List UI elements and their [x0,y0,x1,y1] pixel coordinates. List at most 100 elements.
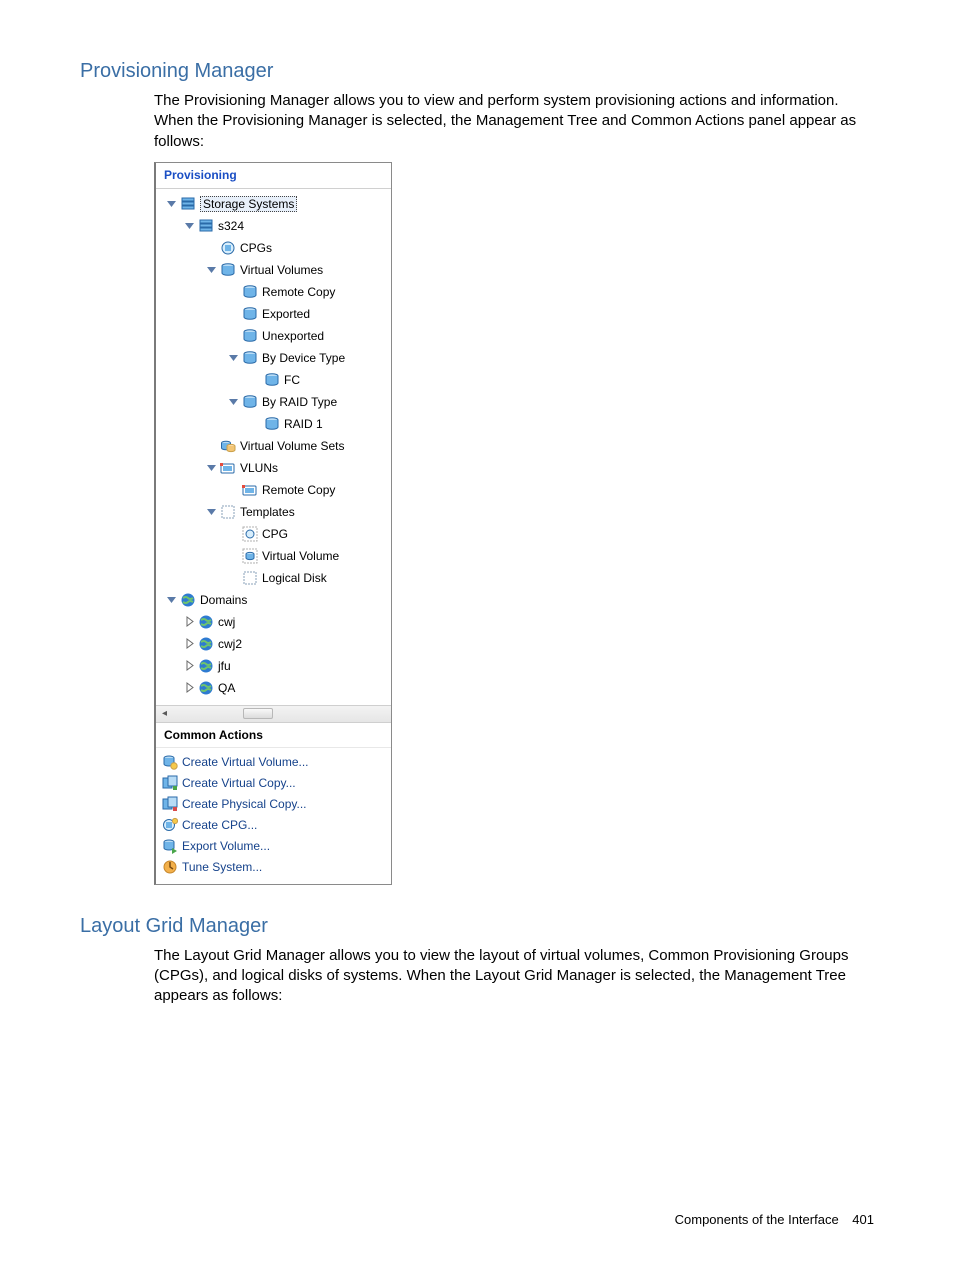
globe-icon [180,592,196,608]
cpg-icon [220,240,236,256]
action-label: Tune System... [182,860,262,874]
action-label: Create Virtual Copy... [182,776,296,790]
tree-item[interactable]: Exported [162,303,387,325]
vol-icon [242,306,258,322]
cpg-new-icon [162,817,178,833]
common-actions-header: Common Actions [156,722,391,748]
tree-item[interactable]: By RAID Type [162,391,387,413]
action-item[interactable]: Tune System... [160,857,387,878]
vv-t-icon [242,548,258,564]
expander-down-icon[interactable] [228,352,239,363]
expander-down-icon[interactable] [206,506,217,517]
tree-item[interactable]: Templates [162,501,387,523]
tree-item[interactable]: Virtual Volume [162,545,387,567]
cpg-t-icon [242,526,258,542]
tree-item-label: Virtual Volumes [240,263,323,277]
action-item[interactable]: Create CPG... [160,815,387,836]
expander-down-icon[interactable] [228,396,239,407]
tree-item-label: FC [284,373,300,387]
stack-icon [198,218,214,234]
tree-item[interactable]: By Device Type [162,347,387,369]
vol-icon [242,350,258,366]
expander-down-icon[interactable] [206,264,217,275]
tree-item[interactable]: Remote Copy [162,281,387,303]
tree-item[interactable]: Logical Disk [162,567,387,589]
action-item[interactable]: Create Virtual Volume... [160,752,387,773]
action-label: Create Virtual Volume... [182,755,309,769]
tree-item[interactable]: cwj [162,611,387,633]
scroll-left-icon[interactable]: ◂ [156,705,173,722]
vol-icon [242,284,258,300]
action-item[interactable]: Create Virtual Copy... [160,773,387,794]
template-icon [220,504,236,520]
expander-right-icon[interactable] [184,638,195,649]
tree-item-label: Remote Copy [262,483,335,497]
action-label: Create Physical Copy... [182,797,307,811]
tree-item[interactable]: Unexported [162,325,387,347]
tree-item-label: Virtual Volume Sets [240,439,345,453]
stack-icon [180,196,196,212]
common-actions-list: Create Virtual Volume... Create Virtual C… [156,748,391,884]
tree-item-label: CPGs [240,241,272,255]
tree-item[interactable]: RAID 1 [162,413,387,435]
heading-provisioning-manager: Provisioning Manager [80,60,874,83]
expander-down-icon[interactable] [184,220,195,231]
action-label: Create CPG... [182,818,257,832]
page-footer: Components of the Interface 401 [675,1212,874,1227]
tree-item[interactable]: QA [162,677,387,699]
paragraph-layout: The Layout Grid Manager allows you to vi… [154,946,874,1007]
footer-text: Components of the Interface [675,1212,839,1227]
tree-item[interactable]: VLUNs [162,457,387,479]
tree-item-label: Virtual Volume [262,549,339,563]
tree-item-label: Remote Copy [262,285,335,299]
copy-p-icon [162,796,178,812]
expander-down-icon[interactable] [206,462,217,473]
tree-item[interactable]: FC [162,369,387,391]
tree-item[interactable]: Domains [162,589,387,611]
tree-item[interactable]: Virtual Volume Sets [162,435,387,457]
provisioning-panel: Provisioning Storage Systems s324 CPGs Virt… [154,162,392,885]
vol-icon [264,416,280,432]
vol-icon [264,372,280,388]
vol-exp-icon [162,838,178,854]
horizontal-scrollbar[interactable]: ◂ [156,705,391,722]
tree-item[interactable]: jfu [162,655,387,677]
tree-item-label: cwj [218,615,235,629]
globe-icon [198,680,214,696]
tree-item[interactable]: Remote Copy [162,479,387,501]
tree-item-label: RAID 1 [284,417,323,431]
heading-layout-grid-manager: Layout Grid Manager [80,915,874,938]
globe-icon [198,658,214,674]
expander-right-icon[interactable] [184,682,195,693]
expander-down-icon[interactable] [166,594,177,605]
tree-item-label: Logical Disk [262,571,327,585]
globe-icon [198,636,214,652]
tree-item[interactable]: cwj2 [162,633,387,655]
volset-icon [220,438,236,454]
expander-down-icon[interactable] [166,198,177,209]
tree-item-label: Unexported [262,329,324,343]
tree-item-label: Storage Systems [200,196,297,212]
tree-item[interactable]: CPGs [162,237,387,259]
expander-right-icon[interactable] [184,660,195,671]
tree-item-label: CPG [262,527,288,541]
action-label: Export Volume... [182,839,270,853]
vol-new-icon [162,754,178,770]
tune-icon [162,859,178,875]
tree-item[interactable]: s324 [162,215,387,237]
action-item[interactable]: Create Physical Copy... [160,794,387,815]
copy-v-icon [162,775,178,791]
tree-item[interactable]: Virtual Volumes [162,259,387,281]
scroll-thumb[interactable] [243,708,273,719]
tree-item[interactable]: CPG [162,523,387,545]
page-number: 401 [852,1212,874,1227]
expander-right-icon[interactable] [184,616,195,627]
panel-title: Provisioning [156,163,391,189]
vlun-icon [220,460,236,476]
action-item[interactable]: Export Volume... [160,836,387,857]
paragraph-provisioning: The Provisioning Manager allows you to v… [154,91,874,152]
tree-item-label: Domains [200,593,247,607]
tree-item[interactable]: Storage Systems [162,193,387,215]
tree-item-label: By RAID Type [262,395,337,409]
vlun-icon [242,482,258,498]
